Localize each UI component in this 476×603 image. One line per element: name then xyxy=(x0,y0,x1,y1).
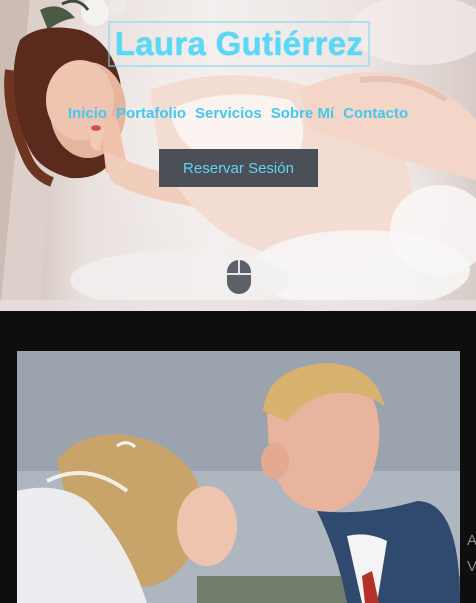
nav-item-portafolio[interactable]: Portafolio xyxy=(116,103,186,125)
nav-item-sobre-mi[interactable]: Sobre Mí xyxy=(271,103,334,125)
site-title-text: Laura Gutiérrez xyxy=(114,25,364,62)
wedding-photo xyxy=(17,351,460,603)
side-text-line-1: A xyxy=(467,532,476,549)
book-session-button[interactable]: Reservar Sesión xyxy=(159,149,318,187)
hero-section: Laura Gutiérrez Inicio Portafolio Servic… xyxy=(0,0,476,311)
portfolio-image-card[interactable] xyxy=(17,351,460,603)
site-title[interactable]: Laura Gutiérrez xyxy=(108,21,370,67)
main-nav: Inicio Portafolio Servicios Sobre Mí Con… xyxy=(0,103,476,125)
side-text: A V xyxy=(467,528,476,580)
nav-item-servicios[interactable]: Servicios xyxy=(195,103,262,125)
nav-item-inicio[interactable]: Inicio xyxy=(68,103,107,125)
nav-item-contacto[interactable]: Contacto xyxy=(343,103,408,125)
mouse-icon[interactable] xyxy=(226,259,252,295)
side-text-line-2: V xyxy=(467,558,476,575)
